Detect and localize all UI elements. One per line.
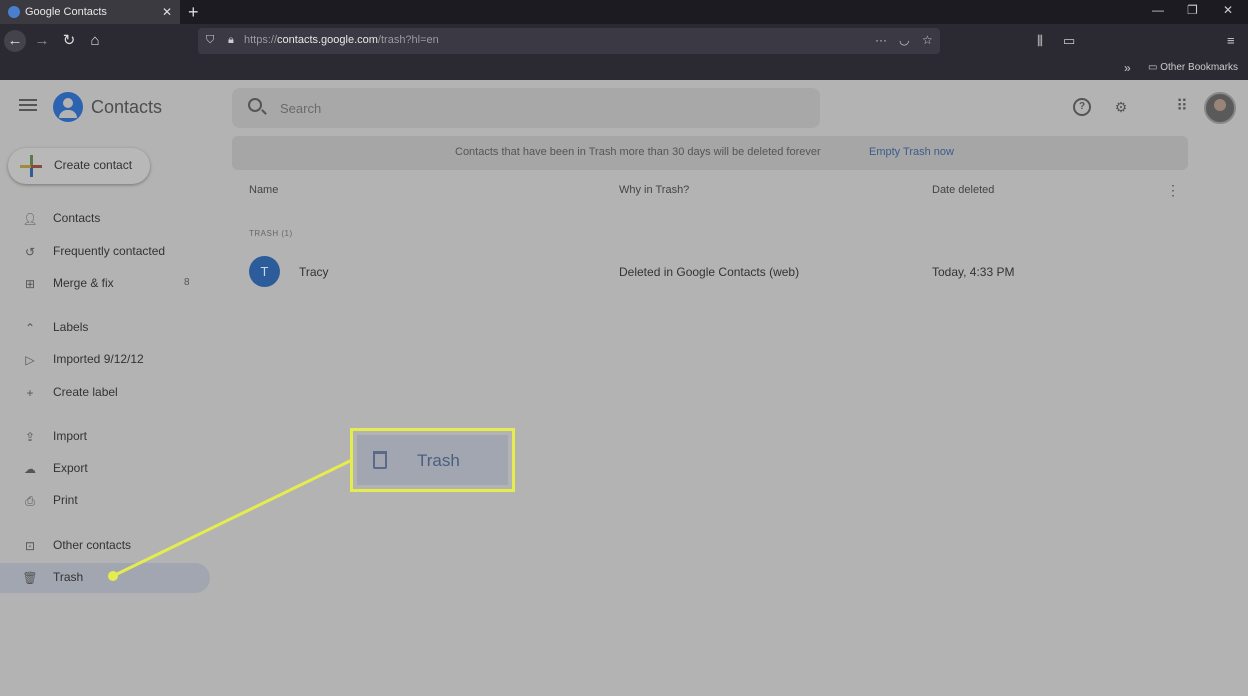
history-icon: ↺ — [24, 245, 36, 259]
sidebar-item-contacts[interactable]: 👤︎ Contacts — [0, 204, 210, 234]
bookmarks-bar: » ▭ Other Bookmarks — [0, 58, 1248, 80]
new-tab-button[interactable]: + — [188, 1, 199, 23]
contacts-box-icon: ⊡ — [24, 539, 36, 553]
sidebar-item-labels[interactable]: ⌃ Labels — [0, 313, 210, 343]
trash-group-label: TRASH (1) — [249, 229, 293, 238]
tab-title: Google Contacts — [25, 6, 107, 18]
column-header-why[interactable]: Why in Trash? — [619, 184, 689, 196]
trash-icon — [373, 451, 387, 469]
chevron-up-icon[interactable]: ⌃ — [22, 320, 38, 336]
url-text[interactable]: https://contacts.google.com/trash?hl=en — [244, 34, 439, 46]
account-avatar[interactable] — [1204, 92, 1236, 124]
sidebar-item-trash[interactable]: 🗑︎ Trash — [0, 563, 210, 593]
address-bar[interactable]: ⛉ 🔒︎ https://contacts.google.com/trash?h… — [198, 28, 940, 54]
minimize-icon[interactable]: — — [1152, 3, 1164, 17]
page-actions-icon[interactable]: ··· — [875, 33, 887, 47]
plus-icon: + — [26, 386, 34, 400]
create-contact-button[interactable]: Create contact — [8, 148, 150, 184]
back-button[interactable]: ← — [4, 30, 26, 52]
pocket-icon[interactable]: ◡ — [899, 33, 909, 47]
person-icon: 👤︎ — [22, 212, 38, 226]
empty-trash-link[interactable]: Empty Trash now — [869, 146, 954, 158]
main-menu-icon[interactable] — [19, 99, 37, 114]
sidebar-toggle-icon[interactable]: ▭ — [1063, 33, 1075, 49]
print-icon: ⎙ — [25, 494, 35, 508]
trash-reason: Deleted in Google Contacts (web) — [619, 265, 800, 279]
bookmarks-overflow-icon[interactable]: » — [1124, 61, 1131, 75]
bookmark-star-icon[interactable]: ☆ — [922, 33, 933, 47]
browser-tab-bar: Google Contacts ✕ + — ❐ ✕ — [0, 0, 1248, 24]
create-contact-label: Create contact — [54, 158, 133, 172]
home-button[interactable]: ⌂ — [84, 30, 106, 52]
trash-icon: 🗑︎ — [22, 571, 38, 585]
restore-icon[interactable]: ❐ — [1187, 3, 1198, 17]
tab-close-icon[interactable]: ✕ — [162, 5, 172, 19]
date-deleted: Today, 4:33 PM — [932, 265, 1015, 279]
trash-info-banner: Contacts that have been in Trash more th… — [232, 136, 1188, 170]
sidebar-item-create-label[interactable]: + Create label — [0, 378, 210, 408]
app-title: Contacts — [91, 97, 163, 117]
browser-menu-icon[interactable]: ≡ — [1227, 33, 1235, 48]
sidebar-item-merge-fix[interactable]: ⊞ Merge & fix 8 — [0, 269, 210, 299]
search-input[interactable] — [280, 98, 800, 118]
merge-count-badge: 8 — [184, 277, 190, 288]
more-vert-icon[interactable]: ⋮ — [1166, 182, 1180, 199]
contacts-favicon-icon — [8, 6, 20, 18]
plus-icon — [20, 155, 42, 177]
banner-text: Contacts that have been in Trash more th… — [455, 146, 821, 158]
upload-icon: ⇪ — [24, 430, 36, 444]
browser-nav-bar: ← → ↻ ⌂ ⛉ 🔒︎ https://contacts.google.com… — [0, 24, 1248, 58]
label-icon: ▷ — [25, 353, 35, 367]
forward-button[interactable]: → — [31, 30, 53, 52]
table-row[interactable]: T Tracy Deleted in Google Contacts (web)… — [232, 252, 1188, 292]
trash-callout: Trash — [350, 428, 515, 492]
folder-icon: ▭ — [1148, 62, 1161, 73]
sidebar-item-print[interactable]: ⎙ Print — [0, 486, 210, 516]
cloud-download-icon: ☁ — [24, 462, 36, 476]
sidebar-item-export[interactable]: ☁ Export — [0, 454, 210, 484]
window-close-icon[interactable]: ✕ — [1223, 3, 1233, 17]
gear-icon[interactable]: ⚙ — [1112, 98, 1130, 116]
contact-name: Tracy — [299, 265, 329, 279]
contacts-app: Contacts ? ⚙ ⠿ Create contact 👤︎ Contact… — [0, 80, 1248, 696]
browser-tab[interactable]: Google Contacts ✕ — [0, 0, 180, 24]
sidebar-item-imported[interactable]: ▷ Imported 9/12/12 — [0, 345, 210, 375]
sidebar-item-import[interactable]: ⇪ Import — [0, 422, 210, 452]
sidebar-item-other-contacts[interactable]: ⊡ Other contacts — [0, 531, 210, 561]
tracking-shield-icon[interactable]: ⛉ — [206, 34, 214, 47]
help-icon[interactable]: ? — [1073, 98, 1091, 116]
column-header-date[interactable]: Date deleted — [932, 184, 994, 196]
other-bookmarks-folder[interactable]: ▭ Other Bookmarks — [1148, 62, 1238, 73]
column-header-name[interactable]: Name — [249, 184, 278, 196]
contacts-logo-icon — [53, 92, 83, 122]
apps-grid-icon[interactable]: ⠿ — [1173, 98, 1191, 116]
lock-icon[interactable]: 🔒︎ — [228, 34, 234, 47]
callout-zoom: Trash — [357, 435, 508, 485]
search-icon[interactable] — [248, 98, 262, 112]
search-bar[interactable] — [232, 88, 820, 128]
library-icon[interactable]: ⫼ — [1037, 33, 1043, 49]
sidebar-item-frequently-contacted[interactable]: ↺ Frequently contacted — [0, 237, 210, 267]
reload-button[interactable]: ↻ — [58, 30, 80, 52]
merge-icon: ⊞ — [24, 277, 36, 291]
callout-label: Trash — [417, 451, 460, 470]
contact-avatar: T — [249, 256, 280, 287]
